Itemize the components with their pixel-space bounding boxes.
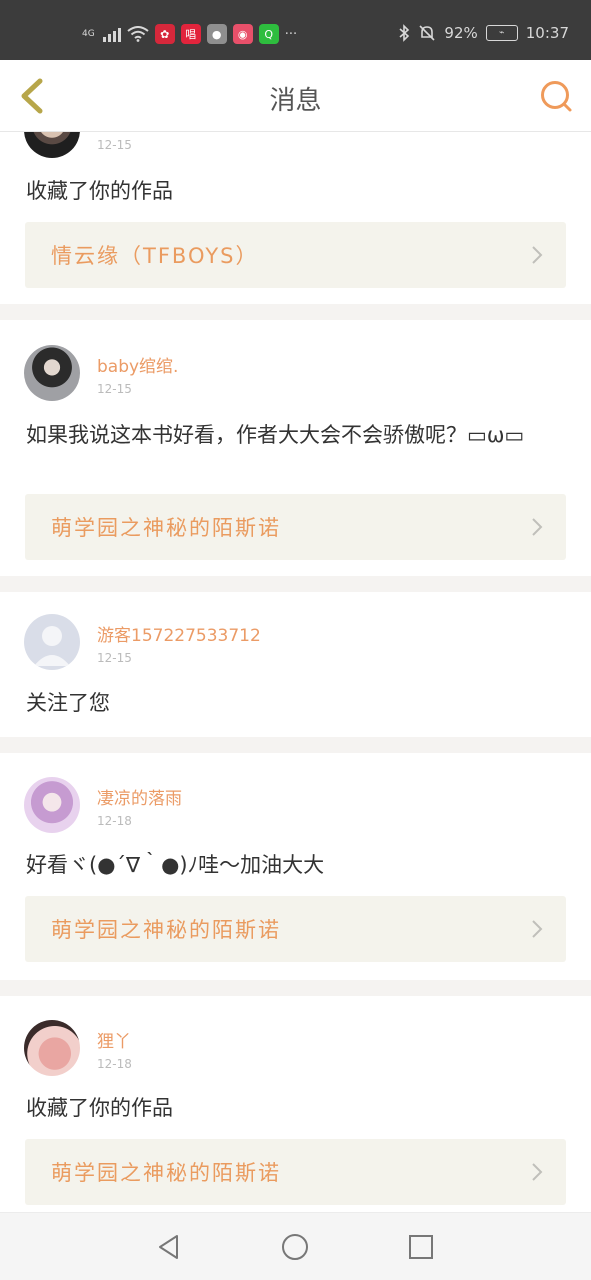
- work-title: 情云缘（TFBOYS）: [51, 244, 259, 268]
- message-card: 狸丫 12-18 收藏了你的作品 萌学园之神秘的陌斯诺: [0, 996, 591, 1212]
- default-avatar-icon: [34, 626, 70, 666]
- message-card: 凄凉的落雨 12-18 好看ヾ(●´∇｀●)ﾉ哇～加油大大 萌学园之神秘的陌斯诺: [0, 753, 591, 980]
- work-link[interactable]: 萌学园之神秘的陌斯诺: [25, 1139, 566, 1205]
- message-card: 12-15 收藏了你的作品 情云缘（TFBOYS）: [0, 132, 591, 304]
- message-text: 如果我说这本书好看，作者大大会不会骄傲呢？▭ω▭: [26, 423, 525, 447]
- avatar[interactable]: [24, 1020, 80, 1076]
- system-nav-bar: [0, 1212, 591, 1280]
- status-right: 92% ⌁ 10:37: [398, 24, 569, 42]
- more-icon: ···: [284, 26, 298, 42]
- chevron-right-icon: [532, 920, 543, 938]
- message-card: 游客15722753371​2 12-15 关注了您: [0, 592, 591, 737]
- battery-percent: 92%: [444, 24, 478, 42]
- message-text: 关注了您: [26, 691, 110, 715]
- user-name[interactable]: 狸丫: [97, 1027, 131, 1052]
- message-text: 好看ヾ(●´∇｀●)ﾉ哇～加油大大: [26, 853, 325, 877]
- message-card: baby绾绾. 12-15 如果我说这本书好看，作者大大会不会骄傲呢？▭ω▭ 萌…: [0, 320, 591, 576]
- wifi-icon: [127, 26, 149, 42]
- home-circle-icon[interactable]: [281, 1233, 309, 1261]
- user-name[interactable]: baby绾绾.: [97, 352, 178, 377]
- chevron-right-icon: [532, 1163, 543, 1181]
- chevron-right-icon: [532, 246, 543, 264]
- message-date: 12-15: [97, 651, 132, 665]
- avatar[interactable]: [24, 777, 80, 833]
- bluetooth-icon: [399, 24, 410, 42]
- message-text: 收藏了你的作品: [26, 1096, 173, 1120]
- chevron-right-icon: [532, 518, 543, 536]
- work-title: 萌学园之神秘的陌斯诺: [51, 918, 281, 942]
- user-name[interactable]: 凄凉的落雨: [97, 784, 182, 809]
- battery-icon: ⌁: [485, 25, 518, 41]
- huawei-icon: ✿: [154, 24, 175, 44]
- recents-square-icon[interactable]: [407, 1233, 435, 1261]
- xiaohongshu-icon: ◉: [232, 24, 253, 44]
- message-list: 12-15 收藏了你的作品 情云缘（TFBOYS） baby绾绾. 12-15 …: [0, 132, 591, 1212]
- work-link[interactable]: 萌学园之神秘的陌斯诺: [25, 896, 566, 962]
- work-title: 萌学园之神秘的陌斯诺: [51, 1161, 281, 1185]
- work-title: 萌学园之神秘的陌斯诺: [51, 516, 281, 540]
- work-link[interactable]: 情云缘（TFBOYS）: [25, 222, 566, 288]
- message-date: 12-18: [97, 1057, 132, 1071]
- avatar[interactable]: [24, 345, 80, 401]
- clock: 10:37: [525, 24, 569, 42]
- message-date: 12-15: [97, 382, 132, 396]
- chang-ba-icon: 唱: [180, 24, 201, 44]
- search-icon[interactable]: [539, 79, 573, 113]
- avatar[interactable]: [24, 132, 80, 158]
- status-bar: 4G ✿ 唱 ● ◉ Q ··· 92% ⌁ 10:37: [0, 0, 591, 60]
- back-triangle-icon[interactable]: [155, 1233, 183, 1261]
- work-link[interactable]: 萌学园之神秘的陌斯诺: [25, 494, 566, 560]
- message-text: 收藏了你的作品: [26, 179, 173, 203]
- mute-bell-icon: [419, 25, 435, 41]
- network-type: 4G: [82, 29, 95, 39]
- iqiyi-icon: Q: [258, 24, 279, 44]
- top-bar: 消息: [0, 60, 591, 132]
- message-date: 12-18: [97, 814, 132, 828]
- message-date: 12-15: [97, 138, 132, 152]
- wechat-icon: ●: [206, 24, 227, 44]
- signal-icon: [102, 26, 121, 42]
- user-name[interactable]: 游客15722753371​2: [97, 621, 261, 646]
- avatar[interactable]: [24, 614, 80, 670]
- status-left: 4G ✿ 唱 ● ◉ Q ···: [82, 24, 297, 44]
- page-title: 消息: [269, 86, 322, 116]
